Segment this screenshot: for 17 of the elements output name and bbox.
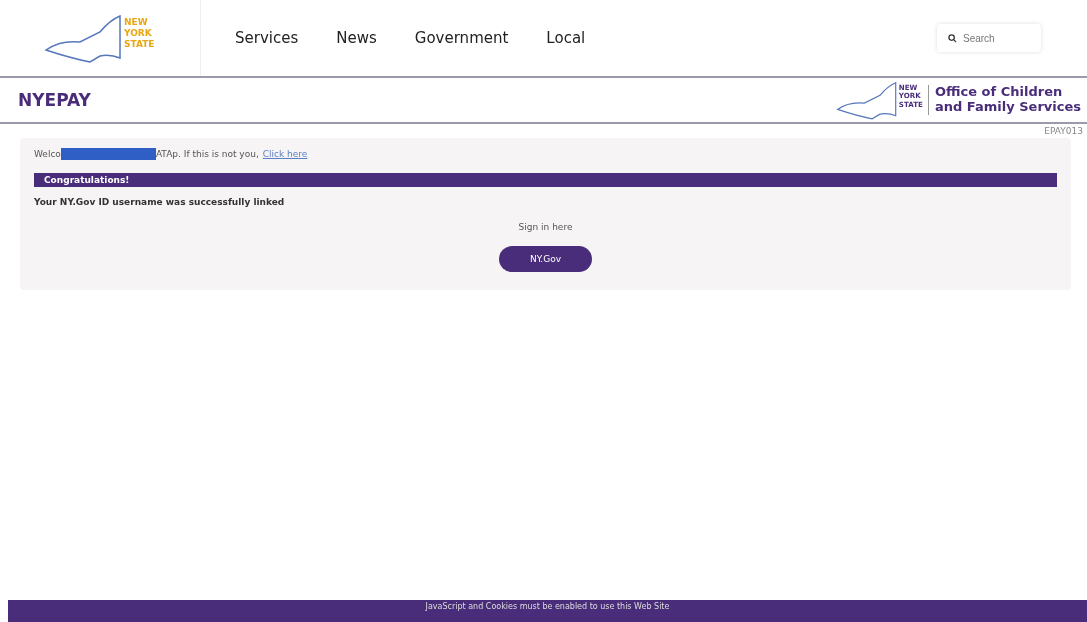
search-field[interactable]: Search xyxy=(937,24,1041,52)
nav-link[interactable]: Government xyxy=(414,29,509,47)
footer-text: JavaScript and Cookies must be enabled to use this Web Site xyxy=(425,602,670,613)
agency-name: Office of Children and Family Services xyxy=(928,85,1087,115)
sign-in-label: Sign in here xyxy=(517,222,574,232)
search-icon xyxy=(948,34,957,43)
page-code: EPAY013 xyxy=(1043,126,1084,136)
click-here-link[interactable]: Click here xyxy=(262,149,308,159)
app-title: NYEPAY xyxy=(17,90,92,110)
welcome-text: ATAp. If this is not you, xyxy=(155,149,259,159)
nav-link[interactable]: News xyxy=(336,29,377,47)
nav-link[interactable]: Local xyxy=(546,29,586,47)
success-message: Your NY.Gov ID username was successfully linked xyxy=(34,197,286,207)
banner: Congratulations! xyxy=(34,173,1057,187)
nygov-button[interactable]: NY.Gov xyxy=(499,246,592,272)
nav-link[interactable]: Services xyxy=(235,29,299,47)
welcome-text: Welco xyxy=(34,149,61,159)
